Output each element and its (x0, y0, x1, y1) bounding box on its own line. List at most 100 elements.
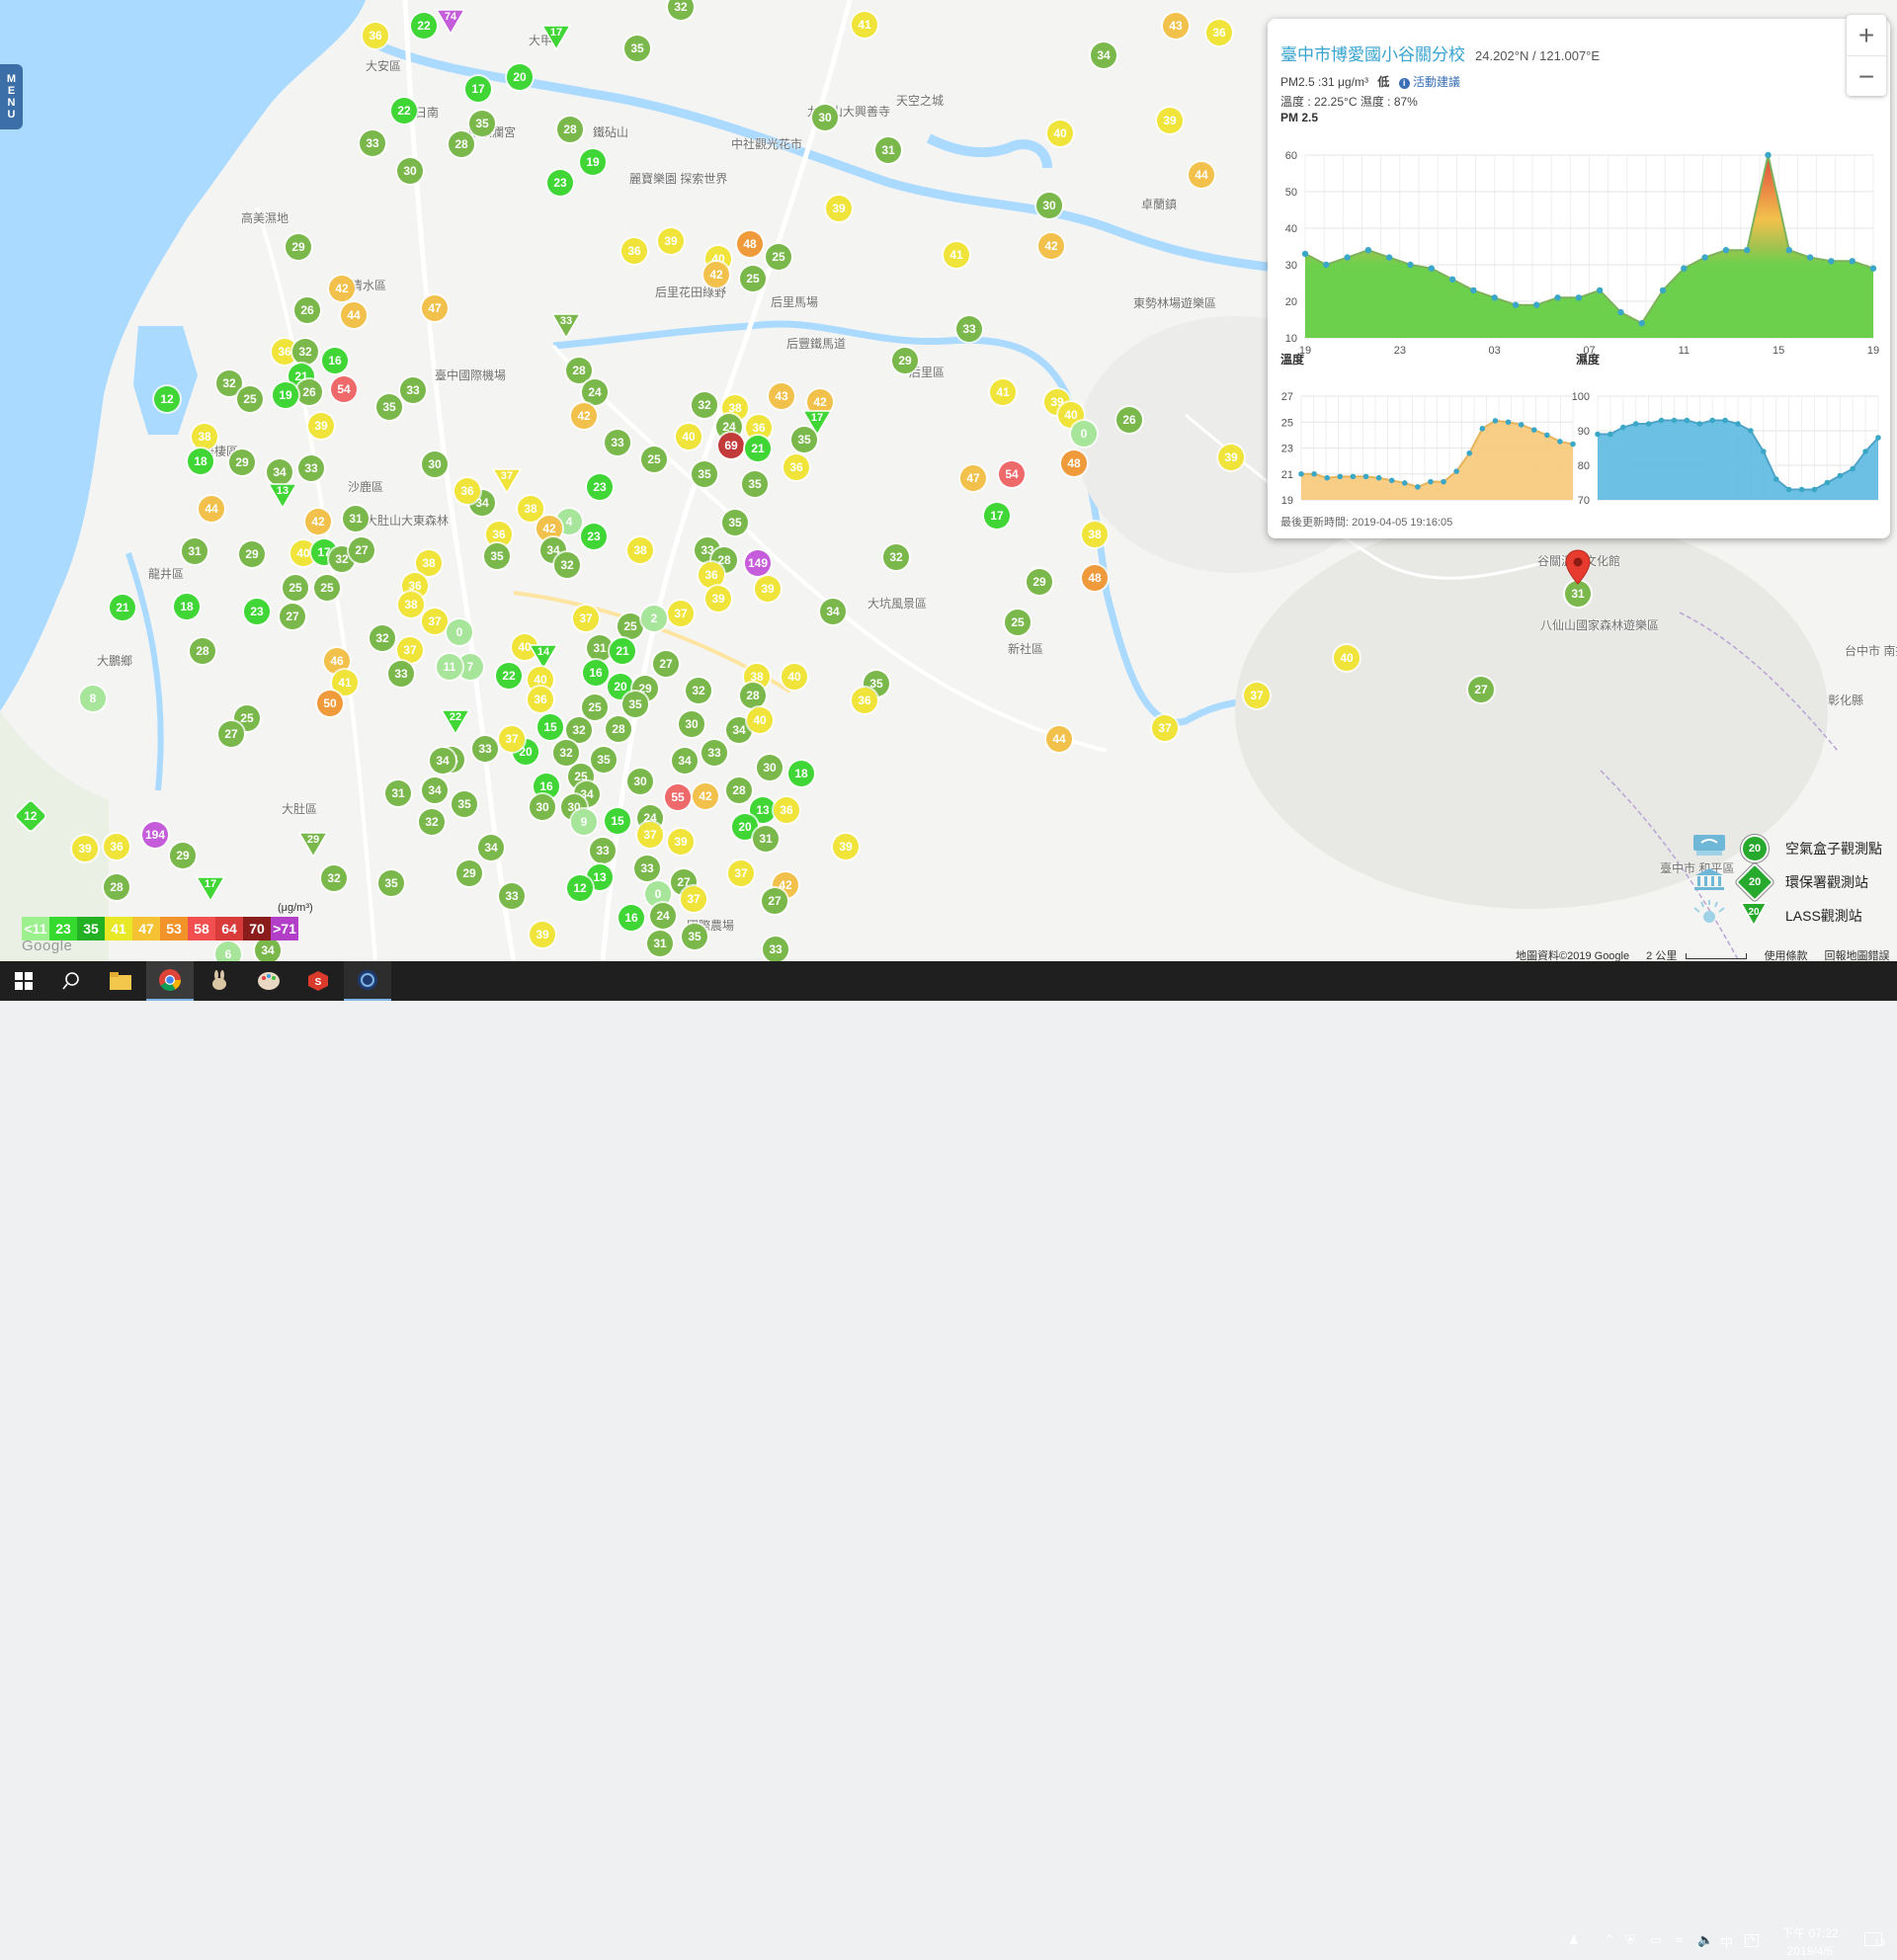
airbox-marker[interactable]: 6 (215, 941, 241, 961)
airbox-marker[interactable]: 40 (1334, 645, 1360, 671)
airbox-marker[interactable]: 27 (280, 604, 305, 629)
airbox-marker[interactable]: 2 (641, 606, 667, 631)
airbox-marker[interactable]: 25 (766, 244, 791, 270)
airbox-marker[interactable]: 31 (343, 506, 369, 531)
airbox-marker[interactable]: 194 (142, 822, 168, 848)
airbox-marker[interactable]: 39 (308, 413, 334, 439)
airbox-marker[interactable]: 30 (757, 755, 783, 780)
airbox-marker[interactable]: 33 (499, 883, 525, 909)
airbox-marker[interactable]: 35 (624, 36, 650, 61)
paint-app-icon[interactable] (245, 961, 292, 1001)
rabbit-app-icon[interactable] (196, 961, 243, 1001)
airbox-marker[interactable]: 35 (376, 394, 402, 420)
airbox-marker[interactable]: 29 (456, 860, 482, 886)
airbox-marker[interactable]: 28 (190, 638, 215, 664)
airbox-marker[interactable]: 35 (692, 461, 717, 487)
airbox-marker[interactable]: 16 (583, 660, 609, 686)
airbox-marker[interactable]: 39 (1157, 108, 1183, 133)
airbox-marker[interactable]: 37 (728, 860, 754, 886)
airbox-marker[interactable]: 36 (104, 834, 129, 859)
airbox-marker[interactable]: 36 (784, 454, 809, 480)
airbox-marker[interactable]: 41 (944, 242, 969, 268)
zoom-in-button[interactable]: + (1847, 15, 1886, 55)
airbox-marker[interactable]: 8 (80, 686, 106, 711)
airbox-marker[interactable]: 28 (606, 716, 631, 742)
airbox-marker[interactable]: 20 (507, 64, 533, 90)
airbox-marker[interactable]: 39 (833, 834, 859, 859)
airbox-marker[interactable]: 24 (582, 379, 608, 405)
airbox-marker[interactable]: 37 (668, 601, 694, 626)
airbox-marker[interactable]: 23 (244, 599, 270, 624)
airbox-marker[interactable]: 69 (718, 433, 744, 458)
airbox-marker[interactable]: 31 (182, 538, 207, 564)
airbox-marker[interactable]: 26 (294, 297, 320, 323)
airbox-marker[interactable]: 30 (397, 158, 423, 184)
airbox-marker[interactable]: 42 (571, 403, 597, 429)
airbox-marker[interactable]: 31 (385, 780, 411, 806)
airbox-marker[interactable]: 34 (255, 938, 281, 961)
airbox-marker[interactable]: 37 (499, 726, 525, 752)
airbox-marker[interactable]: 38 (398, 592, 424, 617)
airbox-marker[interactable]: 36 (363, 23, 388, 48)
volume-icon[interactable]: 🔈 (1697, 1932, 1713, 1948)
airbox-marker[interactable]: 35 (484, 543, 510, 569)
airbox-marker[interactable]: 23 (587, 474, 613, 500)
airbox-marker[interactable]: 21 (745, 436, 771, 461)
lass-station-marker[interactable]: 17 (196, 876, 225, 902)
airbox-marker[interactable]: 47 (422, 295, 448, 321)
airbox-marker[interactable]: 35 (469, 111, 495, 136)
menu-button[interactable]: MENU (0, 64, 23, 129)
airbox-marker[interactable]: 25 (740, 266, 766, 291)
airbox-marker[interactable]: 37 (397, 637, 423, 663)
airbox-marker[interactable]: 15 (537, 714, 563, 740)
airbox-marker[interactable]: 12 (567, 875, 593, 901)
battery-icon[interactable]: ▭ (1650, 1932, 1662, 1948)
airbox-marker[interactable]: 54 (999, 461, 1025, 487)
airbox-marker[interactable]: 34 (478, 835, 504, 860)
ime-indicator[interactable]: 中 (1720, 1932, 1733, 1951)
airbox-marker[interactable]: 42 (703, 262, 729, 287)
airbox-marker[interactable]: 48 (1061, 450, 1087, 476)
airbox-marker[interactable]: 35 (791, 427, 817, 452)
airbox-marker[interactable]: 38 (1082, 522, 1108, 547)
airbox-marker[interactable]: 29 (239, 541, 265, 567)
airbox-marker[interactable]: 29 (170, 843, 196, 868)
airbox-marker[interactable]: 19 (580, 149, 606, 175)
airbox-marker[interactable]: 44 (1046, 726, 1072, 752)
airbox-marker[interactable]: 41 (990, 379, 1016, 405)
lass-station-marker[interactable]: 17 (541, 25, 571, 50)
file-explorer-icon[interactable] (97, 961, 144, 1001)
airbox-marker[interactable]: 25 (618, 613, 643, 639)
airbox-marker[interactable]: 23 (581, 524, 607, 549)
airbox-marker[interactable]: 34 (672, 748, 698, 774)
airbox-marker[interactable]: 21 (610, 638, 635, 664)
airbox-marker[interactable]: 37 (1152, 715, 1178, 741)
airbox-marker[interactable]: 32 (419, 809, 445, 835)
airbox-marker[interactable]: 25 (314, 575, 340, 601)
airbox-marker[interactable]: 34 (1091, 42, 1116, 68)
airbox-marker[interactable]: 23 (547, 170, 573, 196)
airbox-marker[interactable]: 39 (530, 922, 555, 947)
airbox-marker[interactable]: 27 (762, 888, 787, 914)
airbox-marker[interactable]: 33 (605, 430, 630, 455)
airbox-marker[interactable]: 39 (658, 228, 684, 254)
airbox-marker[interactable]: 33 (590, 838, 616, 863)
airbox-marker[interactable]: 28 (740, 683, 766, 708)
airbox-marker[interactable]: 32 (553, 740, 579, 766)
airbox-marker[interactable]: 27 (349, 537, 374, 563)
airbox-marker[interactable]: 31 (647, 931, 673, 956)
airbox-marker[interactable]: 24 (650, 903, 676, 929)
airbox-marker[interactable]: 27 (1468, 677, 1494, 702)
airbox-marker[interactable]: 34 (820, 599, 846, 624)
airbox-marker[interactable]: 33 (472, 736, 498, 762)
airbox-marker[interactable]: 47 (960, 465, 986, 491)
airbox-marker[interactable]: 32 (292, 339, 318, 365)
station-title[interactable]: 臺中市博愛國小谷關分校 24.202°N / 121.007°E (1280, 41, 1600, 65)
airbox-marker[interactable]: 29 (286, 234, 311, 260)
airbox-marker[interactable]: 30 (627, 769, 653, 794)
airbox-marker[interactable]: 42 (329, 276, 355, 301)
airbox-marker[interactable]: 36 (1206, 20, 1232, 45)
airbox-marker[interactable]: 18 (174, 594, 200, 619)
airbox-marker[interactable]: 0 (447, 619, 472, 645)
airbox-marker[interactable]: 33 (388, 661, 414, 687)
